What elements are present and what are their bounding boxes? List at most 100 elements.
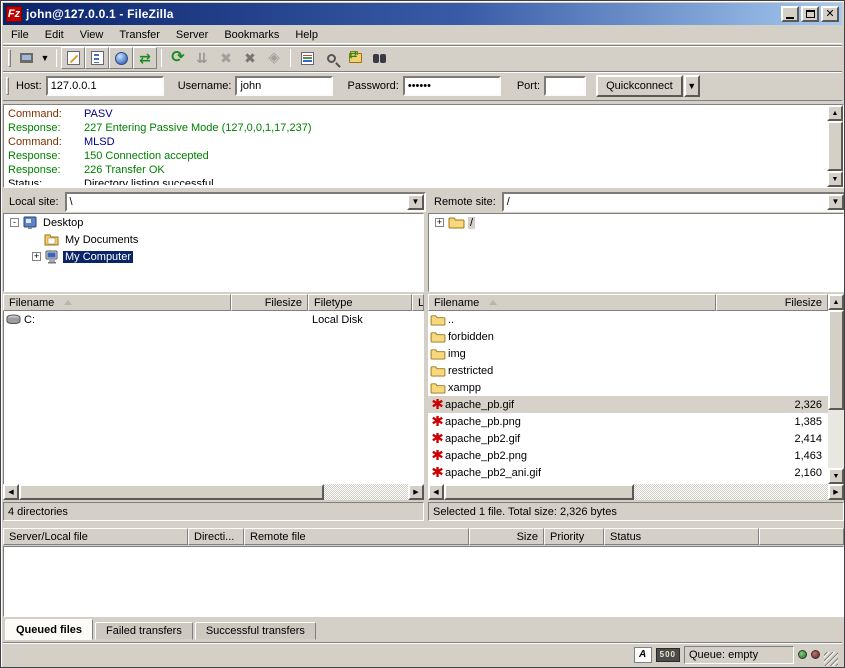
folder-icon xyxy=(448,216,465,229)
scrollbar-thumb[interactable] xyxy=(827,121,843,171)
expand-icon[interactable]: + xyxy=(32,252,41,261)
scrollbar-thumb[interactable] xyxy=(19,484,324,500)
remote-site-combo[interactable]: / ▼ xyxy=(502,192,844,212)
local-site-combo[interactable]: \ ▼ xyxy=(65,192,424,212)
remote-vertical-scrollbar[interactable]: ▲ ▼ xyxy=(828,294,844,484)
toggle-local-tree-button[interactable] xyxy=(85,47,109,69)
directory-listing-filters-button[interactable] xyxy=(295,47,319,69)
scroll-right-button[interactable]: ▶ xyxy=(828,484,844,500)
file-row[interactable]: ✱apache_pb2_ani.gif 2,160 xyxy=(428,464,828,481)
menu-view[interactable]: View xyxy=(72,27,112,43)
horizontal-splitter[interactable] xyxy=(3,522,842,527)
minimize-button[interactable] xyxy=(781,6,799,22)
scrollbar-thumb[interactable] xyxy=(444,484,634,500)
tab-failed-transfers[interactable]: Failed transfers xyxy=(95,622,193,640)
scroll-right-button[interactable]: ▶ xyxy=(408,484,424,500)
port-label: Port: xyxy=(517,80,540,92)
menu-server[interactable]: Server xyxy=(168,27,216,43)
scroll-left-button[interactable]: ◀ xyxy=(3,484,19,500)
file-row[interactable]: restricted xyxy=(428,362,828,379)
tree-item-my-computer[interactable]: + My Computer xyxy=(4,248,423,265)
close-button[interactable]: ✕ xyxy=(821,6,839,22)
menu-transfer[interactable]: Transfer xyxy=(111,27,168,43)
column-header-direction[interactable]: Directi... xyxy=(188,528,244,545)
column-header-server-local-file[interactable]: Server/Local file xyxy=(3,528,188,545)
quickconnect-grip[interactable] xyxy=(6,77,9,95)
reconnect-button[interactable]: ◈ xyxy=(262,47,286,69)
column-header-priority[interactable]: Priority xyxy=(544,528,604,545)
username-input[interactable] xyxy=(235,76,333,96)
tree-item-root[interactable]: + / xyxy=(429,214,843,231)
resize-grip[interactable] xyxy=(824,652,838,666)
local-site-label: Local site: xyxy=(3,196,65,208)
refresh-button[interactable]: ⟳ xyxy=(166,47,190,69)
disconnect-button[interactable]: ✖ xyxy=(238,47,262,69)
menu-file[interactable]: File xyxy=(3,27,37,43)
directory-comparison-button[interactable] xyxy=(367,47,391,69)
column-header-status[interactable]: Status xyxy=(604,528,759,545)
file-row[interactable]: ✱apache_pb2.gif 2,414 xyxy=(428,430,828,447)
column-header-remote-file[interactable]: Remote file xyxy=(244,528,469,545)
tree-item-desktop[interactable]: - Desktop xyxy=(4,214,423,231)
toolbar-grip[interactable] xyxy=(8,49,11,67)
scrollbar-thumb[interactable] xyxy=(828,310,844,410)
file-row[interactable]: ✱apache_pb.png 1,385 xyxy=(428,413,828,430)
column-header-filename[interactable]: Filename xyxy=(3,294,231,311)
transfer-type-indicator-icon[interactable]: A xyxy=(634,647,652,663)
site-manager-dropdown-button[interactable]: ▼ xyxy=(38,47,52,69)
filter-icon xyxy=(301,52,314,65)
speed-limit-icon[interactable]: 500 xyxy=(656,648,680,662)
scroll-up-button[interactable]: ▲ xyxy=(828,294,844,310)
synchronized-browsing-button[interactable]: ⇄ xyxy=(343,47,367,69)
title-bar[interactable]: Fz john@127.0.0.1 - FileZilla ✕ xyxy=(3,3,842,25)
quickconnect-dropdown-button[interactable]: ▼ xyxy=(684,75,700,97)
file-row[interactable]: forbidden xyxy=(428,328,828,345)
menu-help[interactable]: Help xyxy=(287,27,326,43)
toggle-message-log-button[interactable] xyxy=(61,47,85,69)
column-header-filename[interactable]: Filename xyxy=(428,294,716,311)
quickconnect-button[interactable]: Quickconnect xyxy=(596,75,683,97)
menu-bookmarks[interactable]: Bookmarks xyxy=(216,27,287,43)
host-input[interactable] xyxy=(46,76,164,96)
password-input[interactable] xyxy=(403,76,501,96)
collapse-icon[interactable]: - xyxy=(10,218,19,227)
remote-site-label: Remote site: xyxy=(428,196,502,208)
toggle-transfer-queue-button[interactable]: ⇄ xyxy=(133,47,157,69)
cancel-operation-button[interactable]: ✖ xyxy=(214,47,238,69)
port-input[interactable] xyxy=(544,76,586,96)
tab-successful-transfers[interactable]: Successful transfers xyxy=(195,622,316,640)
remote-horizontal-scrollbar[interactable]: ◀ ▶ xyxy=(428,484,844,500)
file-row[interactable]: img xyxy=(428,345,828,362)
file-row[interactable]: xampp xyxy=(428,379,828,396)
column-header-size[interactable]: Size xyxy=(469,528,544,545)
desktop-icon xyxy=(23,216,38,230)
file-row-c-drive[interactable]: C: Local Disk xyxy=(4,311,424,328)
scroll-left-button[interactable]: ◀ xyxy=(428,484,444,500)
process-queue-button[interactable]: ⇊ xyxy=(190,47,214,69)
site-manager-button[interactable] xyxy=(14,47,38,69)
remote-site-dropdown-button[interactable]: ▼ xyxy=(827,194,844,210)
scroll-up-button[interactable]: ▲ xyxy=(827,105,843,121)
remote-site-path[interactable]: / xyxy=(502,192,845,212)
column-header-filetype[interactable]: Filetype xyxy=(308,294,412,311)
username-label: Username: xyxy=(178,80,232,92)
column-header-filesize[interactable]: Filesize xyxy=(716,294,828,311)
file-row-selected[interactable]: ✱apache_pb.gif 2,326 xyxy=(428,396,828,413)
file-search-button[interactable] xyxy=(319,47,343,69)
expand-icon[interactable]: + xyxy=(435,218,444,227)
file-row[interactable]: .. xyxy=(428,311,828,328)
local-horizontal-scrollbar[interactable]: ◀ ▶ xyxy=(3,484,424,500)
tab-queued-files[interactable]: Queued files xyxy=(5,619,93,640)
local-site-dropdown-button[interactable]: ▼ xyxy=(407,194,424,210)
log-vertical-scrollbar[interactable]: ▲ ▼ xyxy=(827,105,843,187)
tree-item-my-documents[interactable]: My Documents xyxy=(4,231,423,248)
column-header-filesize[interactable]: Filesize xyxy=(231,294,308,311)
scroll-down-button[interactable]: ▼ xyxy=(827,171,843,187)
column-header-lastmodified[interactable]: L xyxy=(412,294,424,311)
menu-edit[interactable]: Edit xyxy=(37,27,72,43)
toggle-remote-tree-button[interactable] xyxy=(109,47,133,69)
file-row[interactable]: ✱apache_pb2.png 1,463 xyxy=(428,447,828,464)
scroll-down-button[interactable]: ▼ xyxy=(828,468,844,484)
maximize-button[interactable] xyxy=(801,6,819,22)
local-site-path[interactable]: \ xyxy=(65,192,426,212)
